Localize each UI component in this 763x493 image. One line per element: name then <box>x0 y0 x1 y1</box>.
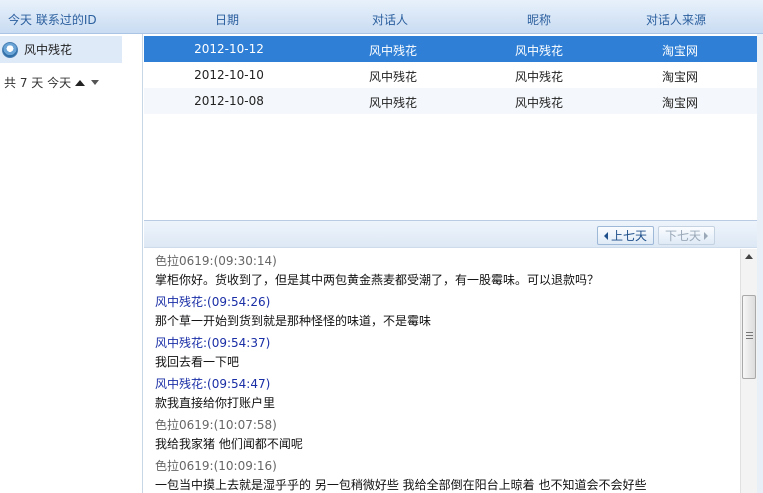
message-body: 我给我家猪 他们闻都不闻呢 <box>155 437 303 451</box>
prev-seven-days-button[interactable]: 上七天 <box>597 226 655 245</box>
cell-talker: 风中残花 <box>368 96 418 110</box>
cell-nickname: 风中残花 <box>514 44 564 58</box>
window-edge <box>757 34 763 493</box>
next-seven-days-button[interactable]: 下七天 <box>658 226 716 245</box>
message-meta: 风中残花:(09:54:47) <box>155 375 270 392</box>
prev-seven-days-label: 上七天 <box>611 229 648 243</box>
sort-up-icon[interactable] <box>75 79 86 86</box>
message-time: (09:54:47) <box>207 377 271 391</box>
chat-scrollbar[interactable] <box>740 249 757 493</box>
chat-history-window: 今天 联系过的ID 日期 对话人 昵称 对话人来源 风中残花 共 7 天 今天 … <box>0 0 763 493</box>
avatar-icon <box>2 41 18 58</box>
message-time: (09:54:37) <box>207 336 271 350</box>
next-seven-days-label: 下七天 <box>665 229 702 243</box>
header-bar: 今天 联系过的ID 日期 对话人 昵称 对话人来源 <box>0 0 763 34</box>
days-summary-text: 共 7 天 今天 <box>4 76 72 90</box>
message-speaker: 风中残花: <box>155 295 208 309</box>
contacts-today-header: 今天 联系过的ID <box>8 13 97 27</box>
dropdown-arrow-icon[interactable] <box>91 80 100 85</box>
column-header-date[interactable]: 日期 <box>215 11 239 28</box>
message-speaker: 色拉0619: <box>155 254 214 268</box>
message-body: 我回去看一下吧 <box>155 355 240 369</box>
message-meta: 色拉0619:(09:30:14) <box>155 252 277 269</box>
message-meta: 色拉0619:(10:07:58) <box>155 416 277 433</box>
message-time: (10:09:16) <box>213 459 277 473</box>
table-row[interactable]: 2012-10-12 风中残花 风中残花 淘宝网 <box>144 36 757 62</box>
cell-talker: 风中残花 <box>368 70 418 84</box>
cell-source: 淘宝网 <box>661 70 699 84</box>
scrollbar-thumb[interactable] <box>742 295 756 379</box>
arrow-right-icon <box>704 231 709 240</box>
pager-bar: 上七天 下七天 <box>144 220 763 248</box>
cell-source: 淘宝网 <box>661 44 699 58</box>
cell-date: 2012-10-10 <box>194 68 264 82</box>
scroll-up-arrow-icon[interactable] <box>745 254 753 259</box>
message-speaker: 色拉0619: <box>155 459 214 473</box>
message-body: 掌柜你好。货收到了，但是其中两包黄金燕麦都受潮了，有一股霉味。可以退款吗？ <box>155 273 600 287</box>
cell-talker: 风中残花 <box>368 44 418 58</box>
grip-icon <box>746 332 753 339</box>
table-row[interactable]: 2012-10-10 风中残花 风中残花 淘宝网 <box>144 62 757 88</box>
arrow-left-icon <box>604 231 608 240</box>
chat-log: 色拉0619:(09:30:14) 掌柜你好。货收到了，但是其中两包黄金燕麦都受… <box>144 249 740 493</box>
cell-nickname: 风中残花 <box>514 96 564 110</box>
column-header-source[interactable]: 对话人来源 <box>646 11 706 28</box>
message-body: 款我直接给你打账户里 <box>155 396 276 410</box>
message-body: 那个草一开始到货到就是那种怪怪的味道，不是霉味 <box>155 314 432 328</box>
days-summary: 共 7 天 今天 <box>4 74 100 91</box>
message-time: (09:30:14) <box>213 254 277 268</box>
message-body: 一包当中摸上去就是湿乎乎的 另一包稍微好些 我给全部倒在阳台上晾着 也不知道会不… <box>155 478 647 492</box>
contact-list-pane: 风中残花 共 7 天 今天 <box>0 34 143 493</box>
cell-date: 2012-10-12 <box>194 42 264 56</box>
message-time: (09:54:26) <box>207 295 271 309</box>
message-meta: 色拉0619:(10:09:16) <box>155 457 277 474</box>
column-header-talker[interactable]: 对话人 <box>372 11 408 28</box>
cell-date: 2012-10-08 <box>194 94 264 108</box>
cell-source: 淘宝网 <box>661 96 699 110</box>
message-meta: 风中残花:(09:54:37) <box>155 334 270 351</box>
contact-item[interactable]: 风中残花 <box>0 36 122 63</box>
table-row[interactable]: 2012-10-08 风中残花 风中残花 淘宝网 <box>144 88 757 114</box>
contact-name: 风中残花 <box>24 43 73 57</box>
cell-nickname: 风中残花 <box>514 70 564 84</box>
column-header-nickname[interactable]: 昵称 <box>527 11 551 28</box>
message-time: (10:07:58) <box>213 418 277 432</box>
session-table: 2012-10-12 风中残花 风中残花 淘宝网 2012-10-10 风中残花… <box>144 36 757 219</box>
message-speaker: 风中残花: <box>155 377 208 391</box>
message-speaker: 色拉0619: <box>155 418 214 432</box>
message-meta: 风中残花:(09:54:26) <box>155 293 270 310</box>
message-speaker: 风中残花: <box>155 336 208 350</box>
